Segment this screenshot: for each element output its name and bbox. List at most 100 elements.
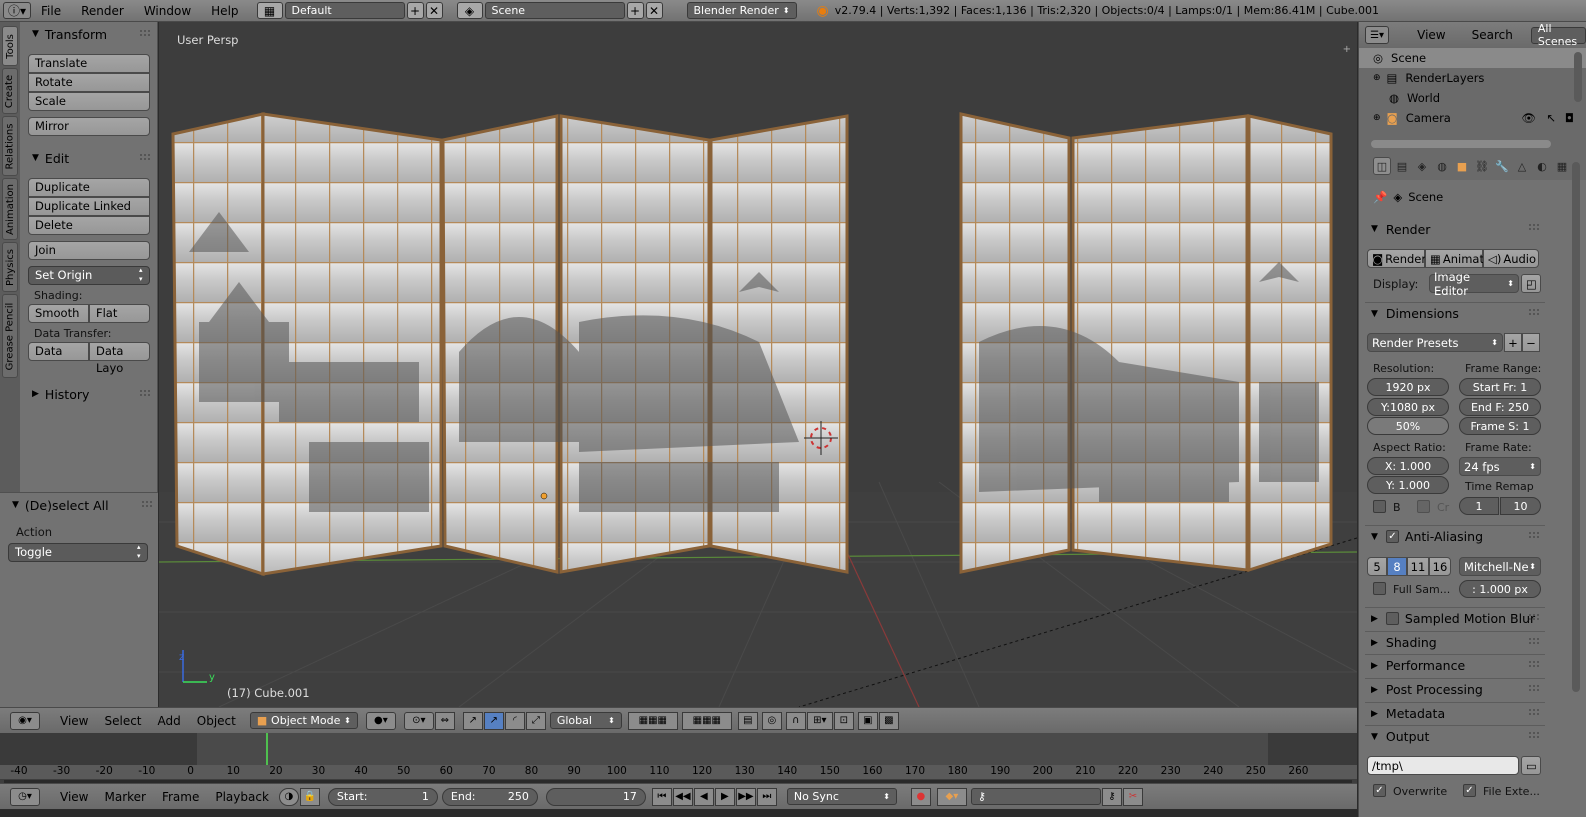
audio-button[interactable]: ◁) Audio <box>1483 249 1539 268</box>
add-preset-button[interactable]: + <box>1504 333 1522 352</box>
menu-file[interactable]: File <box>31 0 71 22</box>
jump-start-icon[interactable]: ⏮ <box>651 787 672 806</box>
performance-panel-header[interactable]: ▶ Performance <box>1365 654 1545 676</box>
use-preview-range-icon[interactable]: ◑ <box>278 787 299 806</box>
screen-layout-icon[interactable]: ▦ <box>256 2 283 19</box>
tab-tools[interactable]: Tools <box>2 26 18 66</box>
expand-icon[interactable]: ⊕ <box>1373 73 1381 83</box>
editor-type-3d-icon[interactable]: ◉▾ <box>10 711 40 730</box>
translate-button[interactable]: Translate <box>28 54 150 73</box>
shading-panel-header[interactable]: ▶ Shading <box>1365 631 1545 653</box>
tab-relations[interactable]: Relations <box>2 116 18 176</box>
tab-create[interactable]: Create <box>2 68 18 114</box>
menu-marker[interactable]: Marker <box>96 790 153 804</box>
remap-old-field[interactable]: 1 <box>1459 497 1499 515</box>
edit-panel-header[interactable]: ▼ Edit <box>22 148 156 168</box>
flat-button[interactable]: Flat <box>89 304 150 323</box>
action-select[interactable]: Toggle <box>8 543 148 562</box>
border-checkbox[interactable] <box>1373 500 1386 513</box>
aa-filter-select[interactable]: Mitchell-Ne ⬍ <box>1459 557 1541 576</box>
frame-rate-select[interactable]: 24 fps ⬍ <box>1459 457 1541 476</box>
data-button[interactable]: Data <box>28 342 89 361</box>
menu-add[interactable]: Add <box>150 714 189 728</box>
snap-toggle-icon[interactable]: ∩ <box>785 711 806 730</box>
object-tab-icon[interactable]: ■ <box>1453 157 1471 175</box>
file-extensions-checkbox[interactable]: ✓ <box>1463 784 1476 797</box>
snap-target-icon[interactable]: ⊡ <box>833 711 854 730</box>
display-select[interactable]: Image Editor ⬍ <box>1429 270 1519 298</box>
properties-scrollbar[interactable] <box>1572 162 1580 692</box>
output-panel-header[interactable]: ▼ Output <box>1365 725 1545 747</box>
aspect-x-field[interactable]: X: 1.000 <box>1367 457 1449 475</box>
lock-time-cursor-icon[interactable]: 🔒 <box>299 787 320 806</box>
filter-size-field[interactable]: : 1.000 px <box>1459 580 1541 598</box>
proportional-edit-icon[interactable]: ◎ <box>761 711 782 730</box>
timeline-editor[interactable]: -40 -30 -20 -10 0 10 20 30 40 50 60 70 80 90 100 110 120… <box>0 733 1357 783</box>
timeline-ruler[interactable]: -40 -30 -20 -10 0 10 20 30 40 50 60 70 80 90 100 110 120… <box>0 765 1357 779</box>
layers-grid-a-icon[interactable]: ▦▦▦ <box>627 711 678 730</box>
auto-keying-record-icon[interactable]: ● <box>910 787 931 806</box>
menu-frame[interactable]: Frame <box>154 790 207 804</box>
output-path-field[interactable]: /tmp\ <box>1367 756 1519 775</box>
end-frame-field[interactable]: End: 250 <box>441 787 538 806</box>
screen-layout-field[interactable]: Default <box>284 2 405 19</box>
viewport-add-region-icon[interactable]: + <box>1343 44 1351 55</box>
renderable-camera-icon[interactable]: ◘ <box>1565 111 1574 125</box>
editor-type-timeline-icon[interactable]: ◷▾ <box>10 787 40 806</box>
overwrite-checkbox[interactable]: ✓ <box>1373 784 1386 797</box>
post-processing-panel-header[interactable]: ▶ Post Processing <box>1365 678 1545 700</box>
manipulator-toggle-icon[interactable]: ⇔ <box>434 711 455 730</box>
delete-button[interactable]: Delete <box>28 216 150 235</box>
render-engine-select[interactable]: Blender Render ⬍ <box>686 2 797 19</box>
timeline-track[interactable] <box>0 733 1357 765</box>
menu-window[interactable]: Window <box>134 0 201 22</box>
aa-samples-8[interactable]: 8 <box>1387 557 1407 576</box>
3d-viewport[interactable]: z y User Persp (17) Cube.001 + <box>159 22 1357 707</box>
render-layers-tab-icon[interactable]: ▤ <box>1393 157 1411 175</box>
translate-manipulator-icon[interactable]: ↗ <box>483 711 504 730</box>
data-layout-button[interactable]: Data Layo <box>89 342 150 375</box>
outliner-hscrollbar[interactable] <box>1371 140 1551 148</box>
tab-physics[interactable]: Physics <box>2 242 18 292</box>
menu-timeline-view[interactable]: View <box>52 790 96 804</box>
constraints-tab-icon[interactable]: ⛓ <box>1473 157 1491 175</box>
menu-help[interactable]: Help <box>201 0 248 22</box>
crop-checkbox[interactable] <box>1417 500 1430 513</box>
menu-playback[interactable]: Playback <box>207 790 277 804</box>
material-tab-icon[interactable]: ◐ <box>1533 157 1551 175</box>
menu-view[interactable]: View <box>52 714 96 728</box>
join-button[interactable]: Join <box>28 241 150 260</box>
world-tab-icon[interactable]: ◍ <box>1433 157 1451 175</box>
selectable-arrow-icon[interactable]: ↖ <box>1546 111 1556 125</box>
jump-keyframe-forward-icon[interactable]: ▶▶ <box>735 787 756 806</box>
history-panel-header[interactable]: ▶ History <box>22 384 156 404</box>
menu-object[interactable]: Object <box>189 714 244 728</box>
current-frame-field[interactable]: 17 <box>545 787 646 806</box>
anti-aliasing-panel-header[interactable]: ▼ ✓ Anti-Aliasing <box>1365 525 1545 547</box>
play-icon[interactable]: ▶ <box>714 787 735 806</box>
delete-scene-button[interactable]: ✕ <box>645 2 663 19</box>
pin-icon[interactable]: 📌 <box>1373 190 1387 204</box>
delete-screen-button[interactable]: ✕ <box>425 2 443 19</box>
insert-keyframe-icon[interactable]: ⚷ <box>1101 787 1122 806</box>
current-frame-line[interactable] <box>266 733 268 765</box>
duplicate-button[interactable]: Duplicate <box>28 178 150 197</box>
expand-icon[interactable]: ⊕ <box>1373 113 1381 123</box>
snap-element-icon[interactable]: ⊞▾ <box>806 711 833 730</box>
scene-field[interactable]: Scene <box>484 2 625 19</box>
render-button[interactable]: ◙ Render <box>1367 249 1426 268</box>
tab-animation[interactable]: Animation <box>2 178 18 240</box>
resolution-y-field[interactable]: Y:1080 px <box>1367 398 1449 416</box>
mirror-button[interactable]: Mirror <box>28 117 150 136</box>
render-panel-header[interactable]: ▼ Render <box>1365 218 1545 240</box>
outliner-row-renderlayers[interactable]: ⊕ ▤ RenderLayers <box>1359 68 1586 88</box>
set-origin-select[interactable]: Set Origin <box>28 266 150 285</box>
menu-render[interactable]: Render <box>71 0 134 22</box>
transform-panel-header[interactable]: ▼ Transform <box>22 24 156 44</box>
outliner-row-world[interactable]: ◍ World <box>1359 88 1586 108</box>
motion-blur-checkbox[interactable] <box>1385 612 1399 625</box>
dimensions-panel-header[interactable]: ▼ Dimensions <box>1365 302 1545 324</box>
sampled-motion-blur-panel-header[interactable]: ▶ Sampled Motion Blur <box>1365 607 1545 629</box>
rotate-manipulator-icon[interactable]: ◜ <box>504 711 525 730</box>
scale-button[interactable]: Scale <box>28 92 150 111</box>
